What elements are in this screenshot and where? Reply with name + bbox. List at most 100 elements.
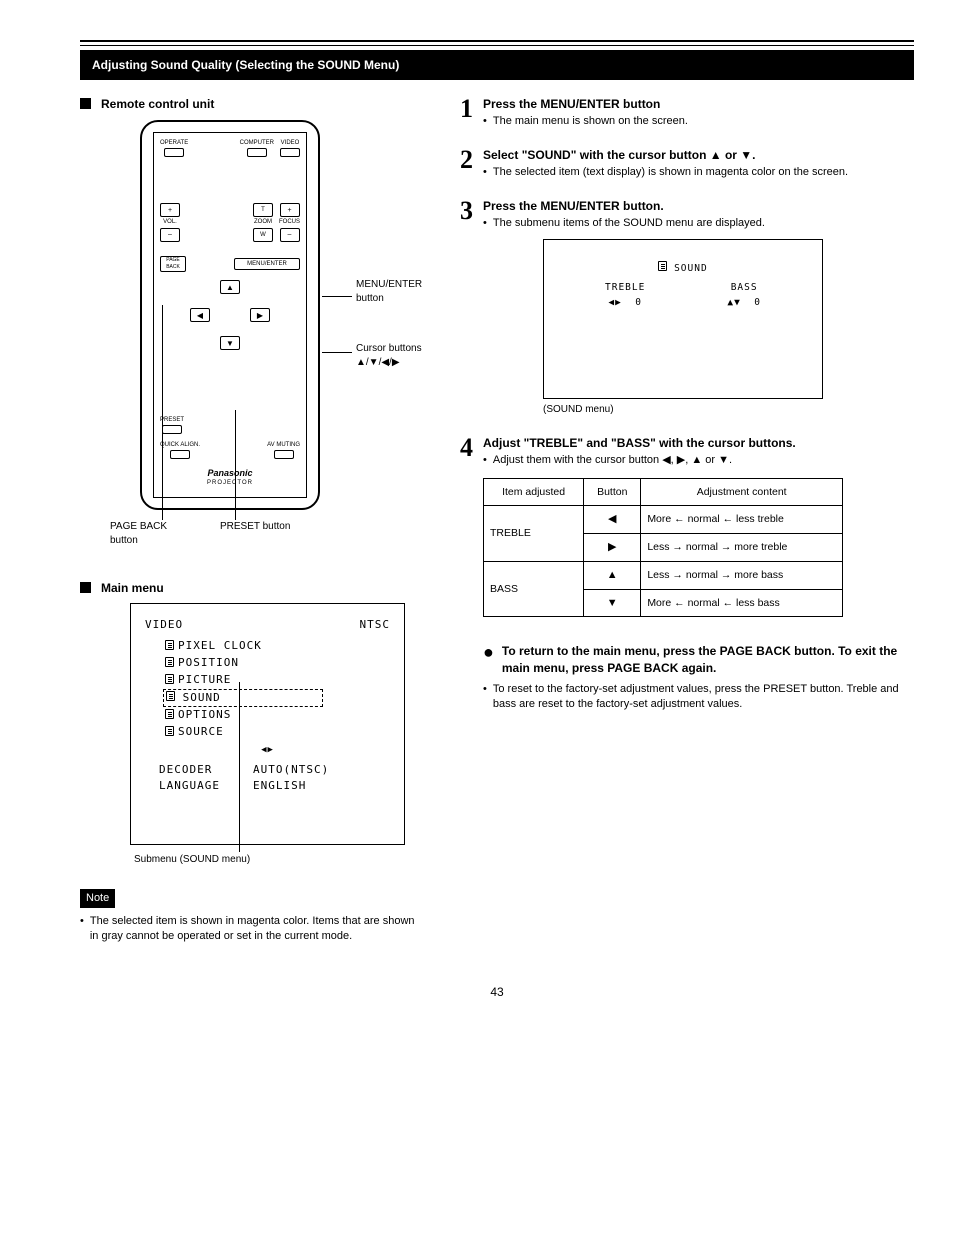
zoom-label: ZOOM bbox=[254, 218, 272, 226]
step2-title: Select "SOUND" with the cursor button ▲ … bbox=[483, 147, 848, 163]
td-bass-more: Less → normal → more bass bbox=[641, 561, 843, 589]
vol-plus-button: + bbox=[160, 203, 180, 217]
th-content: Adjustment content bbox=[641, 478, 843, 505]
mm-ntsc: NTSC bbox=[360, 618, 391, 633]
td-bass-less: More ← normal ← less bass bbox=[641, 589, 843, 617]
avmuting-button bbox=[274, 450, 294, 459]
operate-label: OPERATE bbox=[160, 139, 188, 147]
computer-label: COMPUTER bbox=[240, 139, 274, 147]
mainmenu-label: Main menu bbox=[101, 580, 164, 596]
page-icon bbox=[165, 709, 174, 719]
page-icon bbox=[165, 657, 174, 667]
focus-plus-button: + bbox=[280, 203, 300, 217]
submenu-leader-label: Submenu (SOUND menu) bbox=[134, 853, 250, 867]
step-number: 1 bbox=[460, 96, 473, 122]
avmuting-label: AV MUTING bbox=[267, 442, 300, 449]
step-number: 3 bbox=[460, 198, 473, 224]
page-title: Adjusting Sound Quality (Selecting the S… bbox=[80, 50, 914, 80]
quickalign-button bbox=[170, 450, 190, 459]
leader-line bbox=[322, 352, 352, 353]
page-back-button: PAGE BACK bbox=[160, 256, 186, 272]
mm-item: PIXEL CLOCK bbox=[165, 638, 390, 655]
remote-diagram: OPERATE COMPUTER VIDEO + VOL. – bbox=[80, 120, 420, 530]
mm-decoder-val: AUTO(NTSC) bbox=[253, 763, 390, 778]
zoom-t-button: T bbox=[253, 203, 273, 217]
step3-sub: The submenu items of the SOUND menu are … bbox=[493, 216, 765, 231]
mainmenu-diagram: VIDEO NTSC PIXEL CLOCK POSITION PICTURE … bbox=[80, 603, 420, 846]
mm-decoder-label: DECODER bbox=[159, 763, 243, 778]
mm-language-val: ENGLISH bbox=[253, 779, 390, 794]
mm-video: VIDEO bbox=[145, 618, 183, 633]
zoom-w-button: W bbox=[253, 228, 273, 242]
video-label: VIDEO bbox=[281, 139, 300, 147]
leader-line bbox=[322, 296, 352, 297]
menu-enter-button: MENU/ENTER bbox=[234, 258, 300, 270]
step2-sub: The selected item (text display) is show… bbox=[493, 165, 848, 180]
focus-minus-button: – bbox=[280, 228, 300, 242]
note-badge: Note bbox=[80, 889, 115, 908]
btn-down-icon: ▼ bbox=[584, 589, 641, 617]
cursor-left-button: ◀ bbox=[190, 308, 210, 322]
leader-cursor-label: Cursor buttons▲/▼/◀/▶ bbox=[356, 342, 436, 369]
preset-button bbox=[162, 425, 182, 434]
mm-item: PICTURE bbox=[165, 672, 390, 689]
page-number: 43 bbox=[80, 984, 914, 1000]
adjustment-table: Item adjusted Button Adjustment content … bbox=[483, 478, 843, 618]
leader-preset-label: PRESET button bbox=[220, 520, 300, 534]
computer-button bbox=[247, 148, 267, 157]
page-icon bbox=[165, 726, 174, 736]
step4-title: Adjust "TREBLE" and "BASS" with the curs… bbox=[483, 435, 914, 451]
remote-label: Remote control unit bbox=[101, 96, 214, 112]
video-button bbox=[280, 148, 300, 157]
page-icon bbox=[658, 261, 667, 271]
preset-label: PRESET bbox=[160, 416, 184, 424]
td-bass: BASS bbox=[484, 561, 584, 617]
mm-language-label: LANGUAGE bbox=[159, 779, 243, 794]
step3-title: Press the MENU/ENTER button. bbox=[483, 198, 823, 214]
mm-item: OPTIONS bbox=[165, 707, 390, 724]
cursor-up-button: ▲ bbox=[220, 280, 240, 294]
td-treble-less: More ← normal ← less treble bbox=[641, 505, 843, 533]
mm-item-selected: SOUND bbox=[163, 689, 323, 707]
mm-item: SOURCE bbox=[165, 724, 390, 741]
reset-title: To return to the main menu, press the PA… bbox=[502, 643, 914, 675]
brand-label: Panasonic bbox=[160, 467, 300, 479]
mm-item: POSITION bbox=[165, 655, 390, 672]
treble-label: TREBLE bbox=[605, 282, 645, 295]
td-treble-more: Less → normal → more treble bbox=[641, 533, 843, 561]
treble-arrows: ◀▶ 0 bbox=[608, 297, 642, 310]
leader-pageback-label: PAGE BACK button bbox=[110, 520, 190, 547]
step1-title: Press the MENU/ENTER button bbox=[483, 96, 688, 112]
bass-label: BASS bbox=[731, 282, 758, 295]
th-button: Button bbox=[584, 478, 641, 505]
sound-submenu-box: SOUND TREBLE ◀▶ 0 BASS ▲▼ 0 bbox=[543, 239, 823, 399]
cursor-pad: ▲ ◀ ▶ ▼ bbox=[190, 280, 270, 360]
step-number: 4 bbox=[460, 435, 473, 461]
td-treble: TREBLE bbox=[484, 505, 584, 561]
vol-label: VOL. bbox=[163, 218, 177, 226]
bullet-square bbox=[80, 582, 91, 593]
leader-line bbox=[235, 410, 236, 520]
operate-button bbox=[164, 148, 184, 157]
page-icon bbox=[165, 640, 174, 650]
th-item: Item adjusted bbox=[484, 478, 584, 505]
sound-title: SOUND bbox=[674, 263, 708, 274]
page-icon bbox=[165, 674, 174, 684]
btn-left-icon: ◀ bbox=[584, 505, 641, 533]
step-number: 2 bbox=[460, 147, 473, 173]
sound-caption: (SOUND menu) bbox=[543, 403, 823, 417]
cursor-down-button: ▼ bbox=[220, 336, 240, 350]
top-rule bbox=[80, 40, 914, 46]
reset-sub: To reset to the factory-set adjustment v… bbox=[493, 682, 914, 712]
leader-menu-label: MENU/ENTER button bbox=[356, 278, 436, 305]
btn-right-icon: ▶ bbox=[584, 533, 641, 561]
bass-arrows: ▲▼ 0 bbox=[727, 297, 761, 310]
focus-label: FOCUS bbox=[279, 218, 300, 226]
btn-up-icon: ▲ bbox=[584, 561, 641, 589]
step4-sub: Adjust them with the cursor button ◀, ▶,… bbox=[493, 453, 732, 468]
step1-sub: The main menu is shown on the screen. bbox=[493, 114, 688, 129]
vol-minus-button: – bbox=[160, 228, 180, 242]
note-text: •The selected item is shown in magenta c… bbox=[80, 914, 420, 944]
leader-line bbox=[162, 305, 163, 520]
bullet-square bbox=[80, 98, 91, 109]
